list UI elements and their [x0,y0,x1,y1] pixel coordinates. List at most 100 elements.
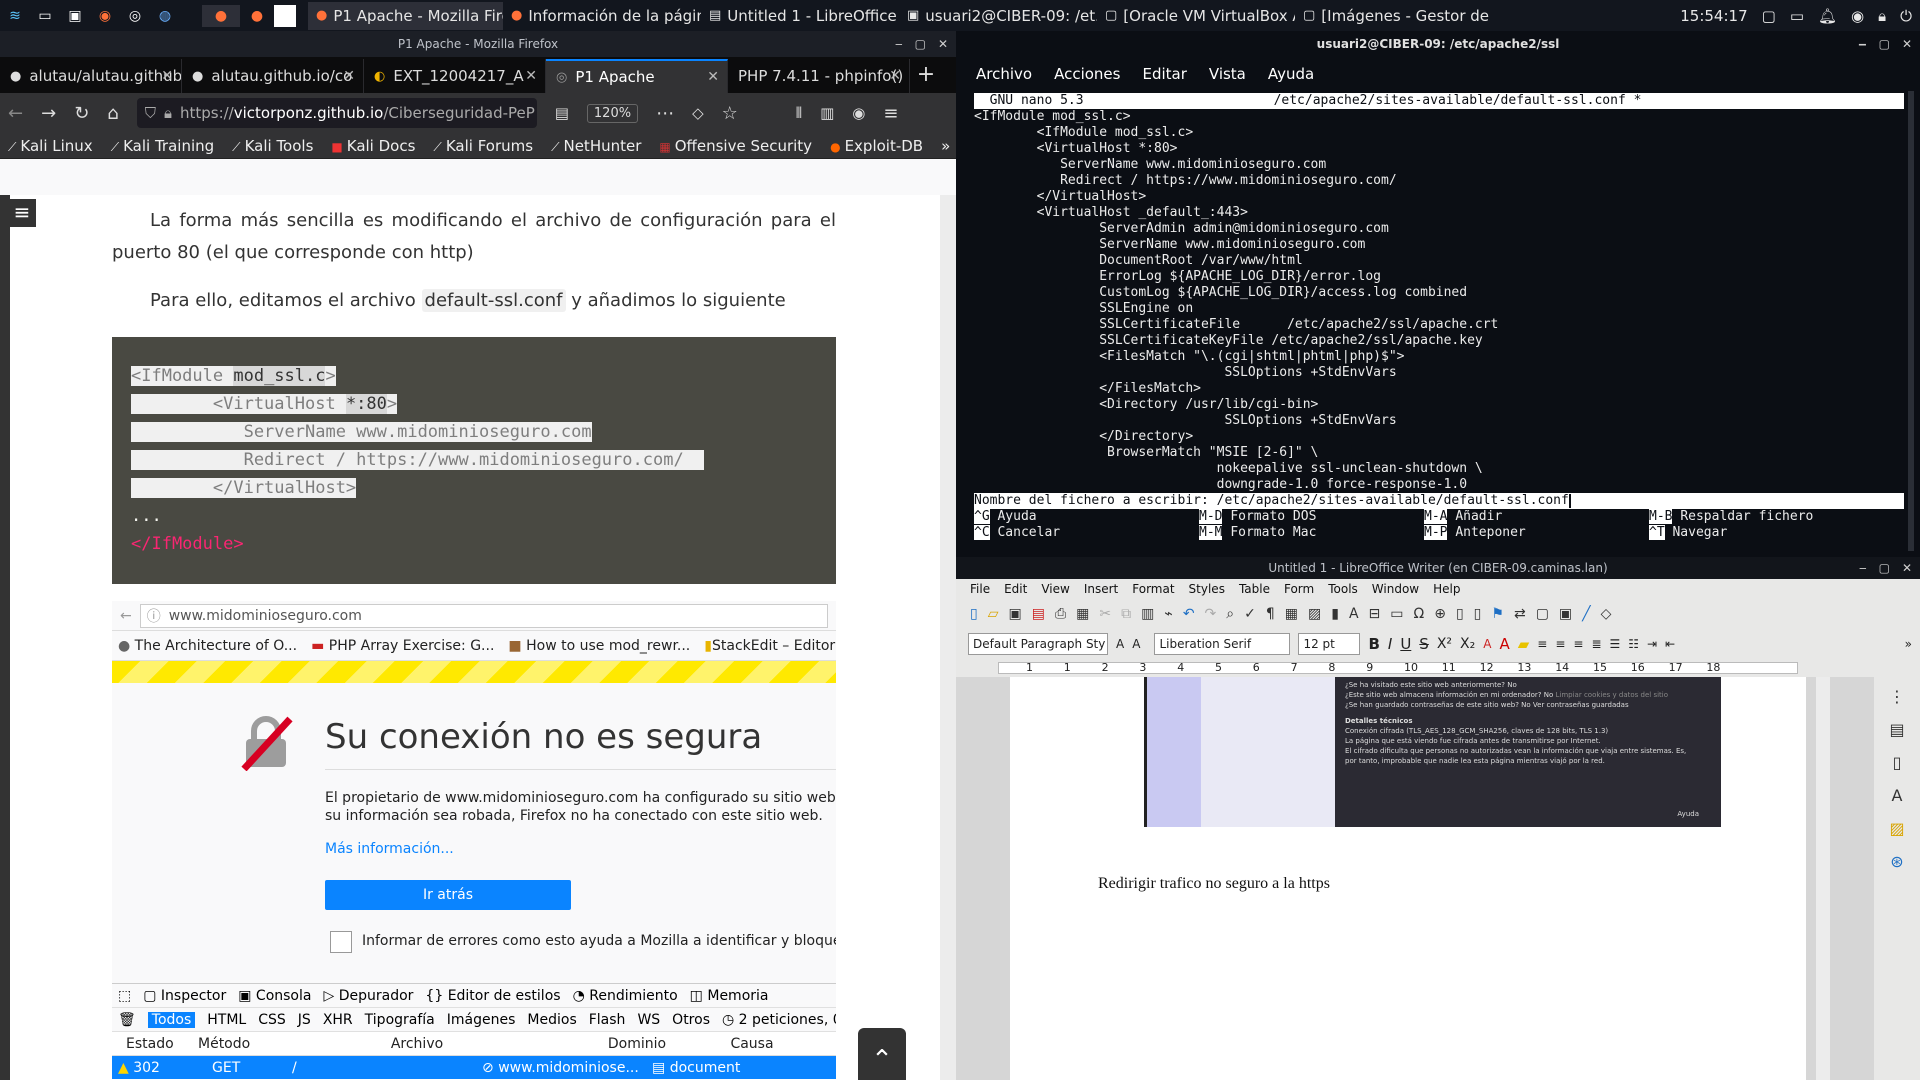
page-scrollbar[interactable] [940,195,956,1080]
menu-help[interactable]: Help [1433,582,1460,596]
print-icon[interactable]: ⎙ [1055,606,1066,622]
notification-bell-icon[interactable]: 🔔︎ [1818,7,1837,25]
power-icon[interactable]: ⏻ [1900,7,1912,25]
menu-acciones[interactable]: Acciones [1054,65,1120,83]
page-icon[interactable]: ▯ [1893,753,1902,772]
tab-alutau-io[interactable]: ● alutau.github.io/co ✕ [182,59,364,93]
account-icon[interactable]: ◉ [852,104,865,122]
save-icon[interactable]: ▣ [1009,606,1022,622]
menu-styles[interactable]: Styles [1189,582,1225,596]
url-bar[interactable]: ⛉ 🔒︎ https://victorponz.github.io/Cibers… [136,98,537,128]
insert-chart-icon[interactable]: ▮ [1331,606,1339,622]
library-icon[interactable]: ⫴ [796,104,802,122]
pocket-icon[interactable]: ◇ [692,104,704,122]
navigator-icon[interactable]: ⊛ [1890,852,1903,871]
menu-insert[interactable]: Insert [1084,582,1118,596]
indent-icon[interactable]: ⇥ [1647,637,1657,651]
bookmark-kali-tools[interactable]: ⟋ Kali Tools [232,137,313,155]
maximize-icon[interactable]: ▢ [1879,31,1890,57]
cut-icon[interactable]: ✂ [1099,606,1111,622]
font-name-select[interactable]: Liberation Serif [1154,633,1291,655]
undo-icon[interactable]: ↶ [1183,606,1195,622]
minimize-icon[interactable]: ‒ [895,31,903,57]
numbering-icon[interactable]: ☷ [1628,637,1639,651]
print-preview-icon[interactable]: ▦ [1076,606,1089,622]
styles-icon[interactable]: A [1892,786,1903,805]
hyperlink-icon[interactable]: ⊕ [1434,606,1446,622]
menu-table[interactable]: Table [1239,582,1270,596]
close-tab-icon[interactable]: ✕ [343,68,355,84]
workspace-icon-2[interactable]: ● [244,5,270,27]
document-scrollbar[interactable] [1816,677,1830,1080]
new-style-icon[interactable]: A [1132,637,1140,651]
bookmarks-overflow-icon[interactable]: » [941,137,950,155]
copy-icon[interactable]: ⧉ [1121,606,1131,622]
open-icon[interactable]: ▱ [988,606,999,622]
menu-archivo[interactable]: Archivo [976,65,1032,83]
align-right-icon[interactable]: ≡ [1573,637,1583,651]
document-text[interactable]: Redirigir trafico no seguro a la https [1098,875,1330,893]
network-icon[interactable]: ◉ [1851,7,1864,25]
workspace-icon-1[interactable]: ● [202,4,240,27]
tab-ext[interactable]: ◐ EXT_12004217_A ✕ [364,59,546,93]
bookmark-icon[interactable]: ⚑ [1491,606,1504,622]
minimize-icon[interactable]: ‒ [1859,557,1867,579]
close-tab-icon[interactable]: ✕ [707,69,719,85]
nano-editor[interactable]: GNU nano 5.3/etc/apache2/sites-available… [974,93,1904,547]
pasted-screenshot[interactable]: ¿Se ha visitado este sitio web anteriorm… [1144,677,1721,827]
taskbar-task-writer[interactable]: ▤ Untitled 1 - LibreOffice ... [701,2,899,30]
insert-endnote-icon[interactable]: ▯ [1474,606,1482,622]
insert-field-icon[interactable]: ▭ [1390,606,1403,622]
page-actions-icon[interactable]: ⋯ [656,103,674,124]
back-icon[interactable]: ← [8,103,23,124]
menu-ayuda[interactable]: Ayuda [1268,65,1314,83]
update-style-icon[interactable]: A [1116,637,1124,651]
footnote-icon[interactable]: ▯ [1456,606,1464,622]
lock-icon[interactable]: 🔒︎ [1878,7,1886,25]
scroll-to-top-button[interactable]: ⌃ [858,1028,906,1080]
tab-p1-apache[interactable]: ◎ P1 Apache ✕ [546,59,728,93]
reload-icon[interactable]: ↻ [74,103,89,124]
filename-prompt[interactable]: Nombre del fichero a escribir: /etc/apac… [974,493,1904,509]
find-replace-icon[interactable]: ⌕ [1226,606,1234,622]
clone-formatting-icon[interactable]: ⌁ [1164,606,1172,622]
export-pdf-icon[interactable]: ▤ [1032,606,1045,622]
firefox-launcher-icon[interactable]: ◉ [92,5,118,27]
bookmark-nethunter[interactable]: ⟋ NetHunter [551,137,641,155]
strikethrough-icon[interactable]: S [1419,635,1429,653]
display-icon[interactable]: ▭ [1790,7,1804,25]
file-manager-icon[interactable]: ▭ [32,5,58,27]
menu-icon[interactable]: ≡ [883,103,898,124]
close-tab-icon[interactable]: ✕ [525,68,537,84]
shapes-icon[interactable]: ◇ [1601,606,1612,622]
menu-window[interactable]: Window [1372,582,1419,596]
maximize-icon[interactable]: ▢ [915,31,926,57]
italic-icon[interactable]: I [1388,635,1392,653]
bookmark-kali-training[interactable]: ⟋ Kali Training [111,137,214,155]
new-document-icon[interactable]: ▯ [970,606,978,622]
lock-icon[interactable]: 🔒︎ [164,104,172,122]
special-character-icon[interactable]: Ω [1414,606,1425,622]
insert-image-icon[interactable]: ▨ [1308,606,1321,622]
menu-file[interactable]: File [970,582,990,596]
maximize-icon[interactable]: ▢ [1879,557,1890,579]
document-page[interactable]: ¿Se ha visitado este sitio web anteriorm… [1010,677,1806,1080]
taskbar-task-virtualbox[interactable]: ▢[Oracle VM VirtualBox A... [1097,2,1295,30]
terminal-icon[interactable]: ▣ [62,5,88,27]
bold-icon[interactable]: B [1368,635,1379,653]
close-tab-icon[interactable]: ✕ [889,68,901,84]
taskbar-task-terminal[interactable]: ▣ usuari2@CIBER-09: /et... [899,2,1097,30]
new-tab-button[interactable]: + [910,59,942,93]
track-changes-icon[interactable]: ▣ [1559,606,1572,622]
gallery-icon[interactable]: ▨ [1889,819,1904,838]
taskbar-task-firefox[interactable]: ●P1 Apache - Mozilla Fire... [308,1,503,30]
bookmark-kali-linux[interactable]: ⟋ Kali Linux [8,137,93,155]
toolbar-overflow-icon[interactable]: » [1905,637,1912,651]
comment-icon[interactable]: ▢ [1536,606,1549,622]
workspace-icon-3[interactable] [274,4,296,27]
forward-icon[interactable]: → [41,103,56,124]
menu-vista[interactable]: Vista [1209,65,1246,83]
outdent-icon[interactable]: ⇤ [1665,637,1675,651]
font-size-select[interactable]: 12 pt [1298,633,1361,655]
align-center-icon[interactable]: ≡ [1555,637,1565,651]
